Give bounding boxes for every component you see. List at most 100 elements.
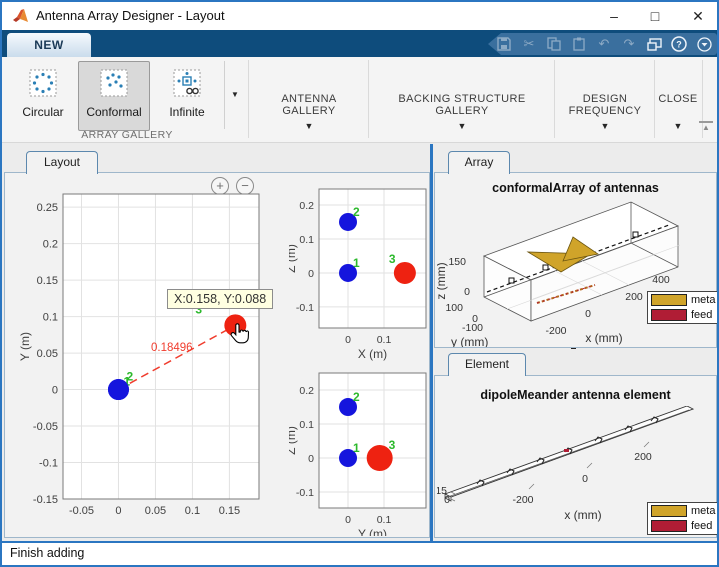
windows-layout-icon[interactable] <box>645 35 663 53</box>
y-tick-label: 0 <box>308 268 314 280</box>
legend-swatch <box>651 505 687 517</box>
legend-label: meta <box>691 294 716 306</box>
x-tick-label: -0.05 <box>69 505 94 517</box>
x-tick-label: 0 <box>585 308 591 320</box>
element-number-label: 1 <box>353 441 360 455</box>
gallery-expand-arrow[interactable]: ▼ <box>224 61 245 129</box>
y-tick-label: -0.15 <box>33 494 58 506</box>
gallery-button-circular[interactable]: Circular <box>10 61 76 131</box>
z-tick-label: 0 <box>444 494 450 506</box>
layout-xy-plot: 0.18496123-0.05 0 0.05 0.1 0.150.250.20.150.… <box>18 193 260 517</box>
tab-new[interactable]: NEW <box>7 33 91 57</box>
gallery-button-label: Conformal <box>86 105 142 119</box>
quick-access-toolbar: ✂ ↶ ↷ ? <box>488 33 717 55</box>
array-3d-plot: -20002004001000-1001500x (mm)y (mm)z (mm… <box>437 201 681 347</box>
section-backing-structure-gallery[interactable]: BACKING STRUCTURE GALLERY <box>374 93 550 117</box>
array-plot-title: conformalArray of antennas <box>492 181 659 195</box>
y-tick-label: 0.2 <box>299 385 314 397</box>
feed-mark <box>564 449 569 452</box>
coordinate-tooltip: X:0.158, Y:0.088 <box>167 289 274 309</box>
tab-array[interactable]: Array <box>448 151 510 174</box>
y-axis-label: y (mm) <box>451 335 488 347</box>
paste-icon[interactable] <box>570 35 588 53</box>
design-frequency-dropdown-icon[interactable]: ▼ <box>558 121 652 131</box>
legend-label: feed <box>691 309 713 321</box>
element-number-label: 2 <box>353 205 360 219</box>
more-actions-icon[interactable] <box>695 35 713 53</box>
copy-icon[interactable] <box>545 35 563 53</box>
x-tick-label: 0 <box>345 334 351 346</box>
toolstrip: Circular Conformal Infinite ▼ ARRAY GALL… <box>2 57 717 143</box>
y-axis-label: Z (m) <box>289 244 298 273</box>
y-tick-label: 0.2 <box>43 239 58 251</box>
x-tick-label: 0.1 <box>377 334 392 346</box>
gallery-button-label: Infinite <box>169 105 205 119</box>
element-number-label: 3 <box>389 252 396 266</box>
gallery-button-conformal[interactable]: Conformal <box>78 61 150 131</box>
x-axis-label: X (m) <box>358 347 387 361</box>
y-tick-label: 0.2 <box>299 200 314 212</box>
y-tick-label: -0.05 <box>33 421 58 433</box>
toolbar-separator <box>654 60 655 138</box>
toolbar-separator <box>554 60 555 138</box>
app-window: Antenna Array Designer - Layout – □ ✕ NE… <box>0 0 719 567</box>
layout-panel: + − 0.18496 1 2 3 -0.05 0 0.05 0.1 0.15 0.25 0.2 0.… <box>4 172 430 538</box>
element-number-label: 1 <box>353 256 360 270</box>
circular-array-icon <box>29 69 57 97</box>
x-axis-label: x (mm) <box>564 508 601 522</box>
redo-icon[interactable]: ↷ <box>620 35 638 53</box>
y-tick-label: 0.25 <box>37 202 58 214</box>
array-panel: conformalArray of antennas -200 0 200 40… <box>434 172 719 348</box>
y-tick-label: 0 <box>308 453 314 465</box>
minimize-button[interactable]: – <box>594 2 634 30</box>
y-tick-label: -0.1 <box>296 302 314 314</box>
hand-cursor-icon <box>230 323 250 344</box>
status-bar: Finish adding <box>2 541 717 565</box>
help-icon[interactable]: ? <box>670 35 688 53</box>
infinite-array-icon <box>173 69 201 97</box>
legend-row: meta <box>651 294 715 306</box>
content-area: Layout + − 0.18496 1 2 3 -0.05 0 0.05 0.1 0.15 0.… <box>2 143 719 541</box>
tab-element[interactable]: Element <box>448 353 526 376</box>
element-legend: meta feed <box>647 502 719 535</box>
plot-background <box>319 373 426 508</box>
x-axis-label: Y (m) <box>358 527 387 536</box>
layout-yz-plot: 1 2 3 0 0.1 0.2 0.1 0 -0.1 Y (m) Z (m) <box>289 372 427 536</box>
distance-label: 0.18496 <box>151 342 193 354</box>
svg-text:?: ? <box>676 40 682 50</box>
legend-row: feed <box>651 520 715 532</box>
x-tick-label: 0.05 <box>145 505 166 517</box>
tab-layout[interactable]: Layout <box>26 151 98 174</box>
gallery-button-label: Circular <box>22 105 64 119</box>
z-axis-label: z (mm) <box>437 262 448 299</box>
window-title: Antenna Array Designer - Layout <box>36 8 225 23</box>
antenna-element-point[interactable] <box>393 261 416 284</box>
y-axis-label: Z (m) <box>289 426 298 455</box>
undo-icon[interactable]: ↶ <box>595 35 613 53</box>
section-close[interactable]: CLOSE <box>656 93 700 105</box>
antenna-gallery-dropdown-icon[interactable]: ▼ <box>254 121 364 131</box>
section-antenna-gallery[interactable]: ANTENNA GALLERY <box>254 93 364 117</box>
x-tick-label: -200 <box>512 494 533 506</box>
backing-structure-dropdown-icon[interactable]: ▼ <box>374 121 550 131</box>
legend-label: feed <box>691 520 713 532</box>
maximize-button[interactable]: □ <box>635 2 675 30</box>
element-panel: dipoleMeander antenna element -200 0 200… <box>434 375 719 538</box>
cut-icon[interactable]: ✂ <box>520 35 538 53</box>
toolbar-separator <box>368 60 369 138</box>
y-tick-label: -0.1 <box>296 487 314 499</box>
collapse-ribbon-icon[interactable]: ▲ <box>699 121 713 135</box>
close-button[interactable]: ✕ <box>678 2 718 30</box>
status-message: Finish adding <box>10 546 85 560</box>
y-tick-label: 0.05 <box>37 348 58 360</box>
close-dropdown-icon[interactable]: ▼ <box>656 121 700 131</box>
x-tick-label: 0.1 <box>377 514 392 526</box>
gallery-caption: ARRAY GALLERY <box>81 129 173 141</box>
x-tick-label: 400 <box>652 274 670 286</box>
save-icon[interactable] <box>495 35 513 53</box>
legend-label: meta <box>691 505 716 517</box>
x-axis-label: x (mm) <box>585 331 622 345</box>
element-number-label: 2 <box>353 390 360 404</box>
gallery-button-infinite[interactable]: Infinite <box>152 61 222 131</box>
section-design-frequency[interactable]: DESIGN FREQUENCY <box>558 93 652 117</box>
